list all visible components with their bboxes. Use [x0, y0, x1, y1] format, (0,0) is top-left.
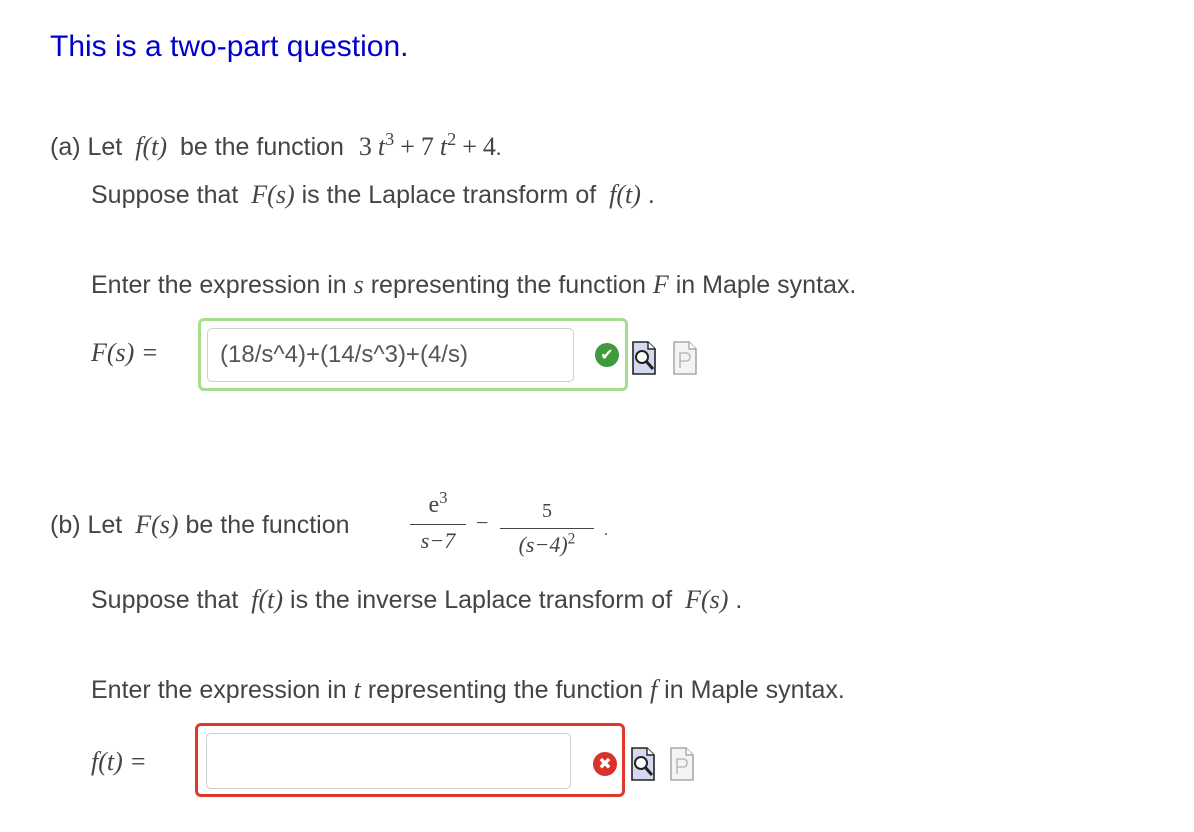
part-b-end-period: .: [604, 522, 608, 539]
part-a-var: s: [353, 270, 364, 299]
part-a-be-function: be the function: [179, 133, 344, 161]
preview-icon[interactable]: [631, 340, 657, 376]
fraction-2-bar: [500, 528, 594, 529]
part-b-answer-container: ✖: [195, 723, 625, 797]
part-a-suppose-end: .: [647, 181, 655, 209]
page-title: This is a two-part question.: [50, 30, 409, 63]
part-b-enter-prefix: Enter the expression in: [91, 676, 347, 704]
part-a-func-name: F: [652, 270, 669, 299]
correct-check-icon: ✔: [595, 343, 619, 367]
part-b-be-function: be the function: [185, 511, 350, 539]
preview-icon-b[interactable]: [630, 746, 656, 782]
part-b-func-name: f: [649, 675, 658, 704]
fraction-1-bar: [410, 524, 466, 525]
part-a-enter-prefix: Enter the expression in: [91, 271, 347, 299]
part-b-suppose-end: .: [735, 586, 743, 614]
part-a-answer-label: F(s) =: [91, 338, 159, 367]
part-a-F-of-s: F(s): [251, 180, 295, 209]
part-a-function-expression: 3 t3 +7 t2 +4.: [358, 129, 502, 161]
part-b-instructions: Enter the expression in t representing t…: [91, 675, 845, 705]
part-a-suppose-middle: is the Laplace transform of: [301, 181, 597, 209]
part-b-intro: (b) Let F(s) be the function: [50, 510, 350, 540]
part-a-instructions: Enter the expression in s representing t…: [91, 270, 856, 300]
part-a-f-of-t: f(t): [135, 132, 167, 161]
incorrect-x-icon: ✖: [593, 752, 617, 776]
fraction-1-denominator: s−7: [420, 528, 456, 553]
part-a-enter-suffix: in Maple syntax.: [675, 271, 857, 299]
part-a-label: (a) Let: [50, 133, 123, 161]
fraction-1-numerator: e3: [428, 487, 448, 518]
part-a-answer-container: ✔: [198, 318, 628, 391]
part-b-answer-label: f(t) =: [91, 747, 147, 776]
part-a-intro: (a) Let f(t) be the function 3 t3 +7 t2 +4.: [50, 129, 502, 162]
part-a-enter-middle: representing the function: [370, 271, 646, 299]
part-b-label: (b) Let: [50, 511, 123, 539]
fraction-2-denominator: (s−4)2: [518, 530, 576, 557]
minus-sign: −: [476, 510, 489, 535]
part-b-enter-suffix: in Maple syntax.: [664, 676, 845, 704]
part-b-f-of-t: f(t): [251, 585, 284, 614]
plain-text-icon-b[interactable]: [669, 746, 695, 782]
part-b-F-of-s-2: F(s): [685, 585, 729, 614]
part-b-suppose-middle: is the inverse Laplace transform of: [290, 586, 673, 614]
plain-text-icon[interactable]: [672, 340, 698, 376]
fraction-2-numerator: 5: [542, 500, 552, 522]
part-a-suppose-prefix: Suppose that: [91, 181, 239, 209]
part-b-F-of-s: F(s): [135, 510, 179, 539]
part-b-suppose: Suppose that f(t) is the inverse Laplace…: [91, 585, 742, 615]
part-b-answer-input[interactable]: [206, 733, 571, 789]
part-a-f-of-t-2: f(t): [609, 180, 641, 209]
part-a-suppose: Suppose that F(s) is the Laplace transfo…: [91, 180, 655, 210]
part-b-suppose-prefix: Suppose that: [91, 586, 239, 614]
part-b-enter-middle: representing the function: [367, 676, 644, 704]
part-a-answer-input[interactable]: [207, 328, 574, 382]
part-b-var: t: [353, 675, 361, 704]
